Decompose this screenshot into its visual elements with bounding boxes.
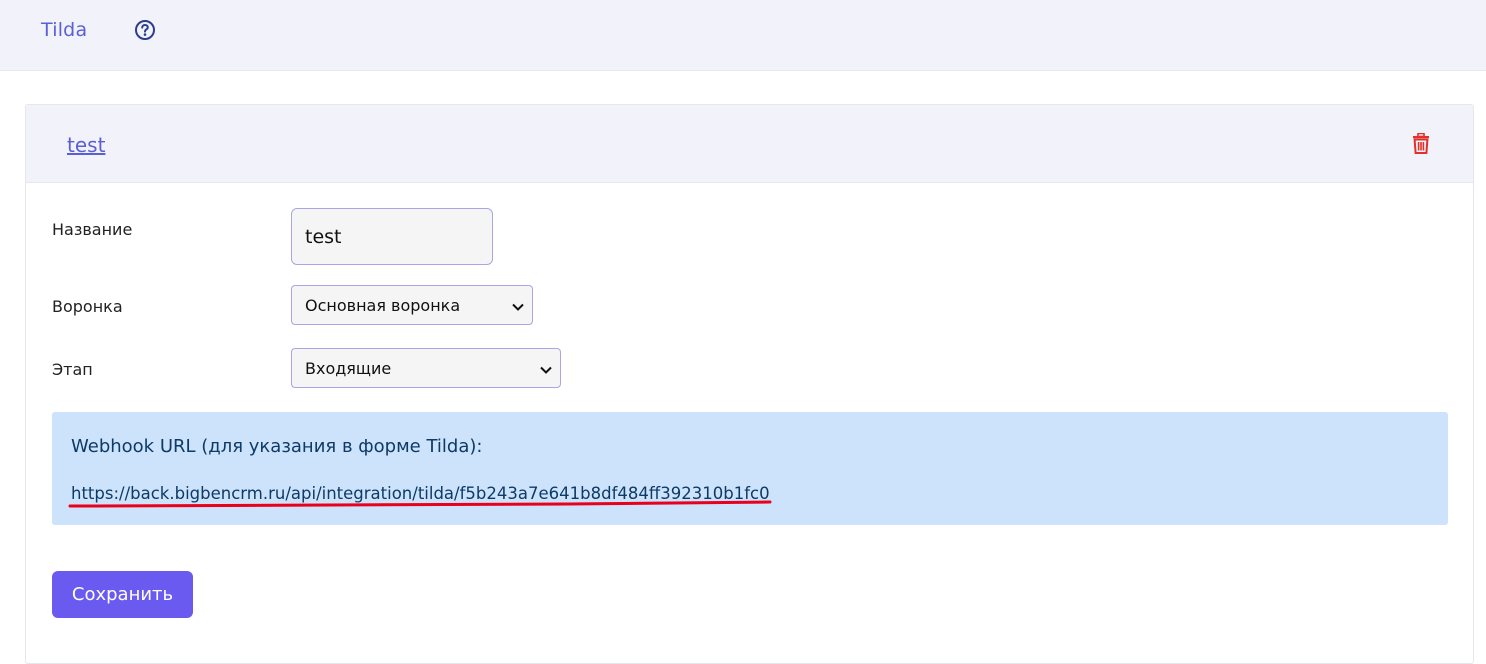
stage-label: Этап — [52, 360, 93, 379]
name-label: Название — [52, 220, 133, 239]
top-bar: Tilda — [0, 0, 1486, 71]
save-button[interactable]: Сохранить — [52, 571, 193, 618]
stage-select-value: Входящие — [305, 359, 392, 378]
name-input[interactable] — [291, 208, 493, 265]
trash-icon[interactable] — [1412, 132, 1430, 154]
chevron-down-icon — [511, 299, 525, 313]
stage-select[interactable]: Входящие — [291, 348, 561, 388]
question-circle-icon[interactable] — [134, 19, 156, 41]
page-title: Tilda — [41, 19, 88, 41]
webhook-info-box: Webhook URL (для указания в форме Tilda)… — [52, 412, 1448, 525]
integration-card: test Название Воронка Основная воронка Э… — [25, 104, 1474, 664]
chevron-down-icon — [539, 362, 553, 376]
integration-name-link[interactable]: test — [67, 133, 105, 157]
card-header: test — [26, 105, 1473, 183]
webhook-heading: Webhook URL (для указания в форме Tilda)… — [71, 436, 483, 457]
funnel-select-value: Основная воронка — [305, 296, 461, 315]
funnel-label: Воронка — [52, 297, 123, 316]
funnel-select[interactable]: Основная воронка — [291, 285, 533, 325]
red-underline-annotation — [68, 500, 772, 508]
